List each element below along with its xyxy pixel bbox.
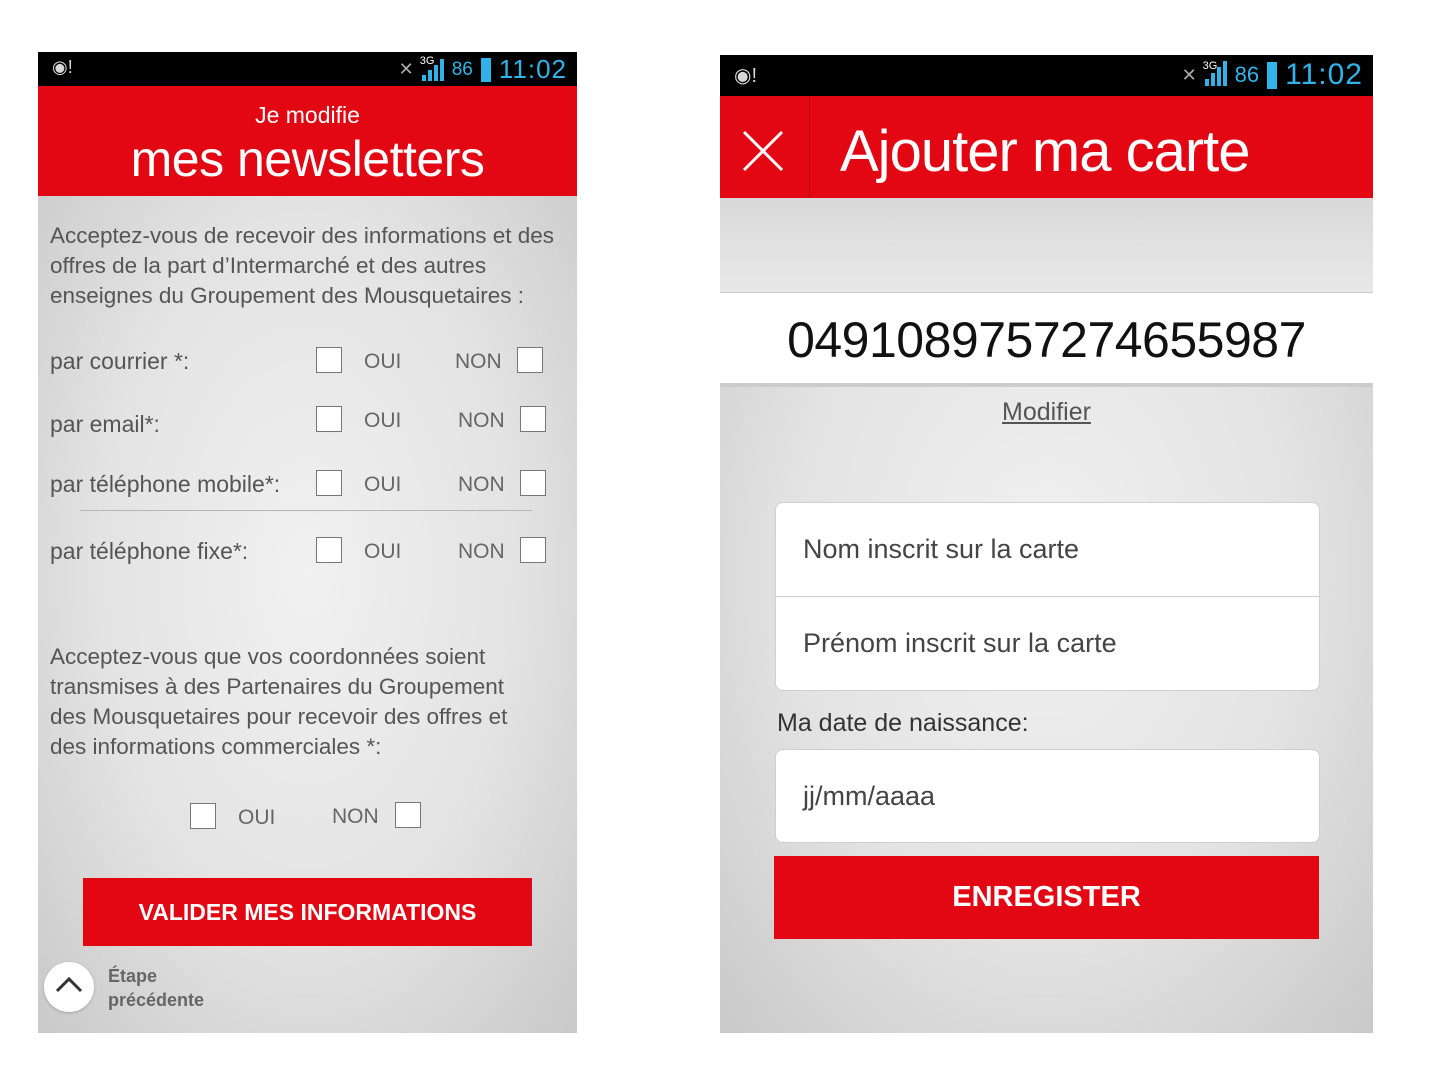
partners-yes-checkbox[interactable]: [190, 803, 216, 829]
close-button[interactable]: [720, 96, 808, 198]
no-label: NON: [458, 409, 505, 432]
newsletter-screen: ◉! ✕ 3G 86 11:02 Je modifie mes newslett…: [38, 52, 577, 1033]
no-label: NON: [458, 473, 505, 496]
first-name-field[interactable]: Prénom inscrit sur la carte: [803, 628, 1117, 659]
fixe-no-checkbox[interactable]: [520, 537, 546, 563]
status-bar: ◉! ✕ 3G 86 11:02: [720, 55, 1373, 96]
row-label-fixe: par téléphone fixe*:: [50, 538, 249, 564]
signal-icon: 3G: [1203, 60, 1227, 86]
mobile-no-checkbox[interactable]: [520, 470, 546, 496]
header-divider: [809, 96, 810, 198]
field-divider: [776, 596, 1319, 597]
divider: [80, 510, 532, 511]
notification-icon: ◉!: [52, 57, 73, 77]
add-card-screen: ◉! ✕ 3G 86 11:02 Ajouter ma carte 049108…: [720, 55, 1373, 1033]
battery-icon: [1267, 61, 1278, 89]
previous-step-line2: précédente: [108, 990, 205, 1010]
intro-text: Acceptez-vous de recevoir des informatio…: [50, 223, 554, 308]
header-subtitle: Je modifie: [255, 102, 360, 128]
row-label-mobile: par téléphone mobile*:: [50, 471, 281, 497]
birthdate-label: Ma date de naissance:: [777, 709, 1029, 737]
previous-step-label[interactable]: Étape précédente: [108, 964, 204, 1012]
previous-step-button[interactable]: [44, 962, 94, 1012]
yes-label: OUI: [364, 409, 402, 432]
mute-icon: ✕: [1181, 64, 1197, 85]
yes-label: OUI: [364, 473, 402, 496]
save-button[interactable]: ENREGISTER: [774, 856, 1319, 939]
card-number-strip: 0491089757274655987: [720, 292, 1373, 387]
mobile-yes-checkbox[interactable]: [316, 470, 342, 496]
no-label: NON: [332, 805, 379, 828]
network-type: 3G: [419, 54, 435, 67]
birthdate-field[interactable]: jj/mm/aaaa: [775, 749, 1320, 843]
row-label-courrier: par courrier *:: [50, 348, 190, 374]
page-header: Je modifie mes newsletters: [38, 86, 577, 196]
previous-step-line1: Étape: [108, 966, 158, 986]
partners-question: Acceptez-vous que vos coordonnées soient…: [50, 644, 508, 759]
battery-level: 86: [451, 58, 473, 80]
clock: 11:02: [1285, 58, 1363, 91]
name-fields-group: Nom inscrit sur la carte Prénom inscrit …: [775, 502, 1320, 691]
yes-label: OUI: [364, 350, 402, 373]
notification-icon: ◉!: [734, 65, 758, 87]
validate-button[interactable]: VALIDER MES INFORMATIONS: [83, 878, 532, 946]
card-image-area: [720, 198, 1373, 292]
email-yes-checkbox[interactable]: [316, 406, 342, 432]
last-name-field[interactable]: Nom inscrit sur la carte: [803, 534, 1079, 565]
page-title: mes newsletters: [130, 131, 485, 187]
battery-icon: [480, 57, 491, 82]
partners-no-checkbox[interactable]: [395, 802, 421, 828]
modify-link-wrap: Modifier: [720, 398, 1373, 427]
close-icon: [742, 130, 784, 172]
modify-link[interactable]: Modifier: [1002, 398, 1091, 426]
no-label: NON: [455, 350, 502, 373]
network-type: 3G: [1202, 60, 1218, 72]
email-no-checkbox[interactable]: [520, 406, 546, 432]
no-label: NON: [458, 540, 505, 563]
page-title: Ajouter ma carte: [840, 119, 1251, 184]
yes-label: OUI: [238, 806, 276, 829]
courrier-no-checkbox[interactable]: [517, 347, 543, 373]
fixe-yes-checkbox[interactable]: [316, 537, 342, 563]
status-bar: ◉! ✕ 3G 86 11:02: [38, 52, 577, 86]
page-header: Ajouter ma carte: [720, 96, 1373, 198]
clock: 11:02: [498, 54, 567, 84]
mute-icon: ✕: [398, 59, 414, 79]
courrier-yes-checkbox[interactable]: [316, 347, 342, 373]
card-number: 0491089757274655987: [787, 312, 1306, 368]
battery-level: 86: [1234, 62, 1260, 87]
yes-label: OUI: [364, 540, 402, 563]
chevron-up-icon: [55, 976, 83, 993]
signal-icon: 3G: [420, 55, 444, 81]
birthdate-placeholder: jj/mm/aaaa: [803, 781, 936, 811]
row-label-email: par email*:: [50, 411, 160, 437]
